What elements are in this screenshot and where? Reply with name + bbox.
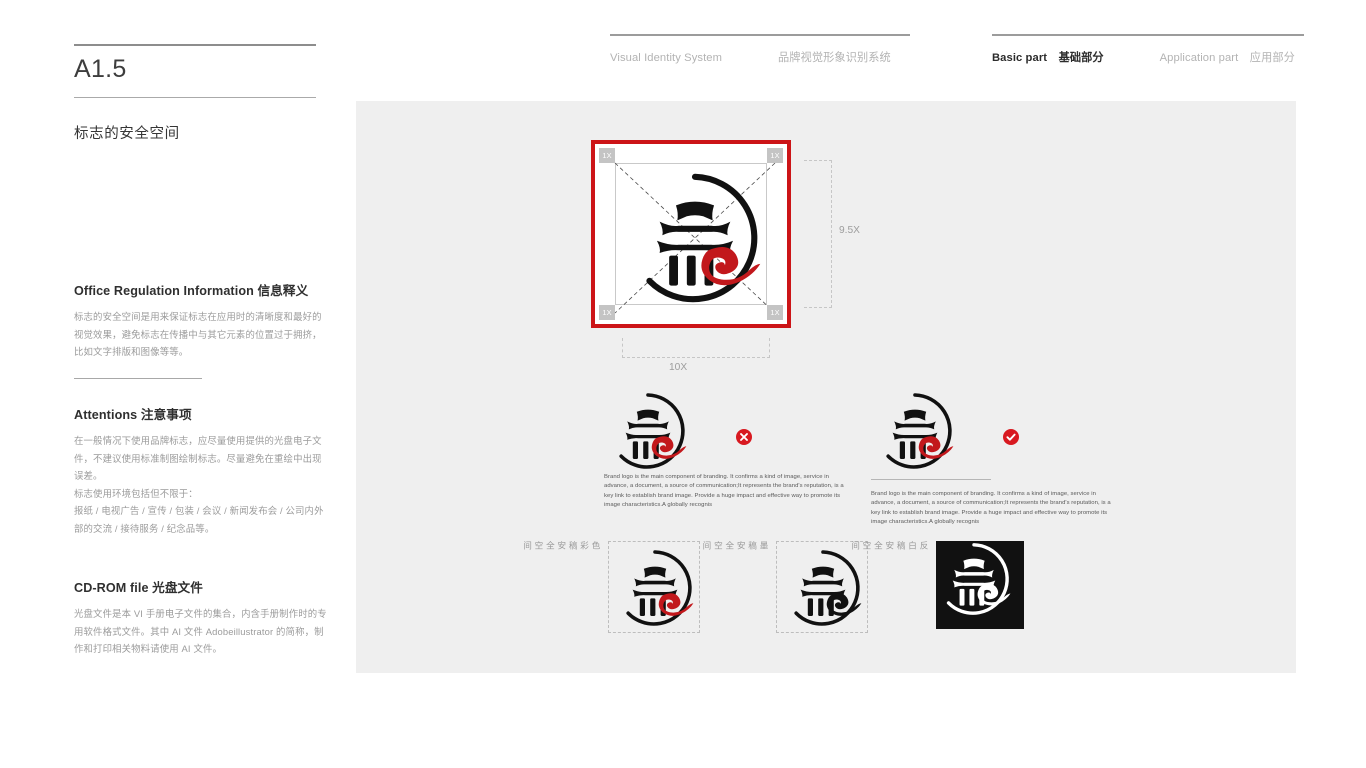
left-info-column: A1.5 标志的安全空间 Office Regulation Informati… (74, 0, 332, 768)
nav-label-vis-en: Visual Identity System (610, 52, 723, 64)
section-office-body: 标志的安全空间是用来保证标志在应用时的清晰度和最好的视觉效果，避免标志在传播中与… (74, 311, 322, 357)
section-cdrom-heading: CD-ROM file 光盘文件 (74, 577, 330, 596)
content-canvas: 1X 1X 1X 1X 9.5X 10X Brand logo is the m… (356, 101, 1296, 673)
brand-logo-color (626, 550, 694, 626)
brand-logo-reversed (946, 543, 1011, 615)
corner-label-top-left: 1X (599, 148, 615, 163)
section-office-heading: Office Regulation Information 信息释义 (74, 280, 330, 299)
example-good-paragraph: Brand logo is the main component of bran… (871, 491, 1111, 525)
section-divider-attentions (74, 378, 202, 379)
section-cdrom-heading-en: CD-ROM file (74, 581, 149, 595)
nav-label-vis-cn: 品牌视觉形象识别系统 (777, 52, 891, 64)
variant-color-safe-box (608, 541, 700, 633)
section-cdrom-file: CD-ROM file 光盘文件 光盘文件是本 VI 手册电子文件的集合，内含手… (74, 577, 330, 658)
brand-logo-main (646, 173, 761, 303)
nav-rule-left (610, 34, 910, 36)
section-office-heading-cn: 信息释义 (257, 284, 309, 298)
check-icon (1003, 429, 1019, 445)
height-dimension-label: 9.5X (839, 225, 860, 236)
example-good-separator (871, 479, 991, 480)
variant-mono-label: 墨稿安全空间 (701, 541, 769, 550)
section-attentions-body-2: 标志使用环境包括但不限于： (74, 487, 198, 499)
nav-tab-basic-part-en[interactable]: Basic part (992, 52, 1047, 64)
section-attentions-heading-cn: 注意事项 (140, 408, 192, 422)
height-bracket (804, 160, 832, 308)
width-bracket (622, 338, 770, 358)
section-attentions-body-3: 报纸 / 电视广告 / 宣传 / 包装 / 会议 / 新闻发布会 / 公司内外部… (74, 505, 324, 534)
variant-color-label: 色彩稿安全空间 (522, 541, 601, 550)
safe-space-diagram: 1X 1X 1X 1X 9.5X 10X (591, 140, 860, 373)
corner-label-top-right: 1X (767, 148, 783, 163)
cross-icon (736, 429, 752, 445)
variant-reversed-label: 反白稿安全空间 (850, 541, 929, 550)
section-office-regulation: Office Regulation Information 信息释义 标志的安全… (74, 280, 330, 361)
page-title: 标志的安全空间 (74, 126, 180, 142)
corner-label-bottom-right: 1X (767, 305, 783, 320)
section-cdrom-heading-cn: 光盘文件 (152, 581, 203, 595)
nav-tab-basic-part-cn[interactable]: 基础部分 (1059, 49, 1104, 65)
red-boundary-frame: 1X 1X 1X 1X (591, 140, 791, 328)
example-bad-paragraph: Brand logo is the main component of bran… (604, 474, 844, 508)
title-rule-bottom (74, 97, 316, 98)
nav-rule-right (992, 34, 1304, 36)
top-navigation: Visual Identity System 品牌视觉形象识别系统 Basic … (0, 0, 1366, 80)
section-attentions-body-1: 在一般情况下使用品牌标志，应尽量使用提供的光盘电子文件，不建议使用标准制图绘制标… (74, 435, 322, 481)
section-office-heading-en: Office Regulation Information (74, 284, 254, 298)
section-attentions: Attentions 注意事项 在一般情况下使用品牌标志，应尽量使用提供的光盘电… (74, 404, 330, 537)
variant-reversed-safe-box (936, 541, 1024, 629)
brand-logo-example-bad (619, 393, 687, 469)
variant-mono-safe-box (776, 541, 868, 633)
nav-tab-application-part-cn[interactable]: 应用部分 (1250, 49, 1295, 65)
nav-tab-application-part-en[interactable]: Application part (1160, 52, 1239, 64)
section-attentions-heading-en: Attentions (74, 408, 138, 422)
section-cdrom-body: 光盘文件是本 VI 手册电子文件的集合，内含手册制作时的专用软件格式文件。其中 … (74, 608, 327, 654)
brand-logo-mono (794, 550, 862, 626)
width-dimension-label: 10X (669, 362, 688, 373)
corner-label-bottom-left: 1X (599, 305, 615, 320)
brand-logo-example-good (886, 393, 954, 469)
section-attentions-heading: Attentions 注意事项 (74, 404, 330, 423)
